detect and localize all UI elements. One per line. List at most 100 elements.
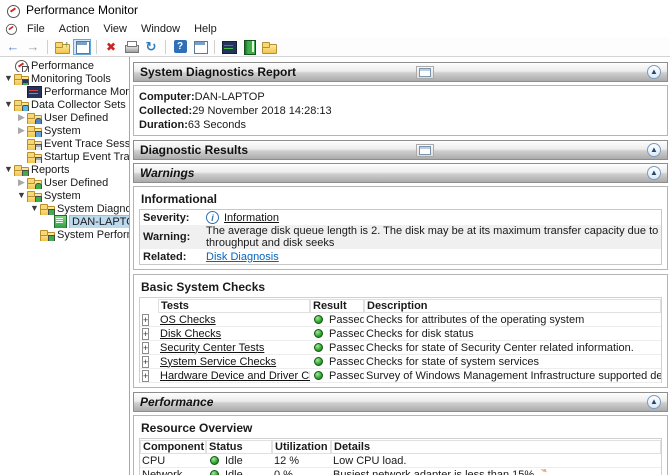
- menu-window[interactable]: Window: [134, 22, 187, 36]
- hardware-device-driver-checks-link[interactable]: Hardware Device and Driver Checks: [160, 370, 310, 382]
- menu-bar: File Action View Window Help: [0, 20, 670, 37]
- collected-value: 29 November 2018 14:28:13: [192, 105, 331, 117]
- description-value: Checks for state of system services: [364, 356, 661, 368]
- menu-view[interactable]: View: [96, 22, 134, 36]
- collapse-button[interactable]: ▲: [647, 166, 661, 180]
- title-bar: Performance Monitor: [0, 0, 670, 20]
- warning-text: The average disk queue length is 2. The …: [206, 225, 661, 249]
- tree-item-startup-event-trace[interactable]: Startup Event Trace Ses: [0, 150, 129, 163]
- basic-system-checks-box: Basic System Checks Tests Result Descrip…: [133, 274, 668, 388]
- tree-item-data-collector-sets[interactable]: ▼ Data Collector Sets: [0, 98, 129, 111]
- tree-arrow-icon[interactable]: ▶: [16, 111, 27, 124]
- tree-arrow-icon[interactable]: ▼: [3, 72, 14, 85]
- collapse-button[interactable]: ▲: [647, 395, 661, 409]
- tree-arrow-icon[interactable]: ▼: [16, 189, 27, 202]
- window-icon[interactable]: [191, 39, 209, 55]
- disk-checks-link[interactable]: Disk Checks: [160, 328, 221, 340]
- collected-label: Collected:: [139, 105, 192, 117]
- tree-item-monitoring-tools[interactable]: ▼ Monitoring Tools: [0, 72, 129, 85]
- forward-icon[interactable]: →: [24, 39, 42, 55]
- tree-item-label: Data Collector Sets: [31, 99, 126, 111]
- table-row: CPU Idle 12 % Low CPU load.: [140, 454, 661, 468]
- tree-item-system-performance[interactable]: System Performanc: [0, 228, 129, 241]
- result-value: Passed: [329, 328, 364, 340]
- table-grid-icon[interactable]: [416, 66, 434, 79]
- expand-plus-icon[interactable]: +: [142, 356, 149, 368]
- tree-item-system[interactable]: ▶System: [0, 124, 129, 137]
- component-header: Component: [140, 440, 206, 454]
- severity-row: Severity: i Information: [140, 210, 661, 225]
- status-value: Idle: [225, 455, 243, 467]
- window-title: Performance Monitor: [26, 3, 138, 17]
- expand-plus-icon[interactable]: +: [142, 370, 149, 382]
- table-row: + System Service Checks Passed Checks fo…: [140, 355, 661, 369]
- section-header-warnings: Warnings ▲: [133, 163, 668, 183]
- report-book-icon[interactable]: [240, 39, 258, 55]
- tree-arrow-icon[interactable]: ▼: [3, 163, 14, 176]
- tree-item-event-trace-sessions[interactable]: Event Trace Sessions: [0, 137, 129, 150]
- component-value: Network: [140, 469, 206, 475]
- security-center-tests-link[interactable]: Security Center Tests: [160, 342, 264, 354]
- new-window-folder-icon[interactable]: [260, 39, 278, 55]
- tree-item-label: Monitoring Tools: [31, 73, 111, 85]
- folder-chart-icon: [14, 72, 28, 85]
- perfmon-icon: [14, 59, 28, 72]
- delete-icon[interactable]: ✖: [102, 39, 120, 55]
- back-icon[interactable]: ←: [4, 39, 22, 55]
- result-value: Passed: [329, 356, 364, 368]
- tree-item-label: User Defined: [44, 112, 108, 124]
- resource-overview-box: Resource Overview Component Status Utili…: [133, 415, 668, 475]
- folder-report-icon: [14, 163, 28, 176]
- tree-arrow-icon[interactable]: ▶: [16, 176, 27, 189]
- up-folder-icon[interactable]: ↑: [53, 39, 71, 55]
- tree-item-reports[interactable]: ▼Reports: [0, 163, 129, 176]
- table-row: + Security Center Tests Passed Checks fo…: [140, 341, 661, 355]
- menu-app-icon: [5, 23, 17, 34]
- folder-event-icon: [27, 150, 41, 163]
- tree-item-dan-laptop-2[interactable]: DAN-LAPTOP_2: [0, 215, 129, 228]
- description-value: Survey of Windows Management Infrastruct…: [364, 370, 661, 382]
- tree-item-user-defined[interactable]: ▶ User Defined: [0, 111, 129, 124]
- table-grid-icon[interactable]: [416, 144, 434, 157]
- menu-action[interactable]: Action: [52, 22, 97, 36]
- tree-item-reports-user-defined[interactable]: ▶User Defined: [0, 176, 129, 189]
- table-row: + Disk Checks Passed Checks for disk sta…: [140, 327, 661, 341]
- tree-arrow-icon[interactable]: ▼: [3, 98, 14, 111]
- refresh-icon[interactable]: ↻: [142, 39, 160, 55]
- menu-help[interactable]: Help: [187, 22, 224, 36]
- utilization-header: Utilization: [272, 440, 331, 454]
- details-header: Details: [331, 440, 661, 454]
- folder-user-icon: [27, 176, 41, 189]
- help-icon[interactable]: ?: [171, 39, 189, 55]
- os-checks-link[interactable]: OS Checks: [160, 314, 216, 326]
- collapse-button[interactable]: ▲: [647, 65, 661, 79]
- folder-event-icon: [27, 137, 41, 150]
- collapse-button[interactable]: ▲: [647, 143, 661, 157]
- tree-item-performance-monitor[interactable]: Performance Monitor: [0, 85, 129, 98]
- informational-table: Severity: i Information Warning: The ave…: [139, 209, 662, 265]
- status-icon: [210, 456, 219, 465]
- print-icon[interactable]: [122, 39, 140, 55]
- tree-item-performance[interactable]: Performance: [0, 59, 129, 72]
- section-title: Warnings: [140, 166, 194, 180]
- chart-icon[interactable]: [220, 39, 238, 55]
- expand-plus-icon[interactable]: +: [142, 328, 149, 340]
- tree-item-reports-system[interactable]: ▼System: [0, 189, 129, 202]
- console-tree-icon[interactable]: [73, 39, 91, 55]
- information-link[interactable]: Information: [224, 212, 279, 224]
- note-icon[interactable]: ✎: [539, 469, 547, 475]
- tree-item-system-diagnostics[interactable]: ▼System Diagnostics: [0, 202, 129, 215]
- tree-arrow-icon[interactable]: ▼: [29, 202, 40, 215]
- expand-plus-icon[interactable]: +: [142, 342, 149, 354]
- menu-file[interactable]: File: [20, 22, 52, 36]
- section-title: Performance: [140, 395, 213, 409]
- disk-diagnosis-link[interactable]: Disk Diagnosis: [206, 251, 279, 263]
- tree-arrow-icon[interactable]: ▶: [16, 124, 27, 137]
- tests-header: Tests: [158, 299, 310, 313]
- result-header: Result: [310, 299, 364, 313]
- expand-plus-icon[interactable]: +: [142, 314, 149, 326]
- system-service-checks-link[interactable]: System Service Checks: [160, 356, 276, 368]
- severity-label: Severity:: [140, 212, 206, 224]
- duration-value: 63 Seconds: [188, 119, 246, 131]
- passed-status-icon: [314, 329, 323, 338]
